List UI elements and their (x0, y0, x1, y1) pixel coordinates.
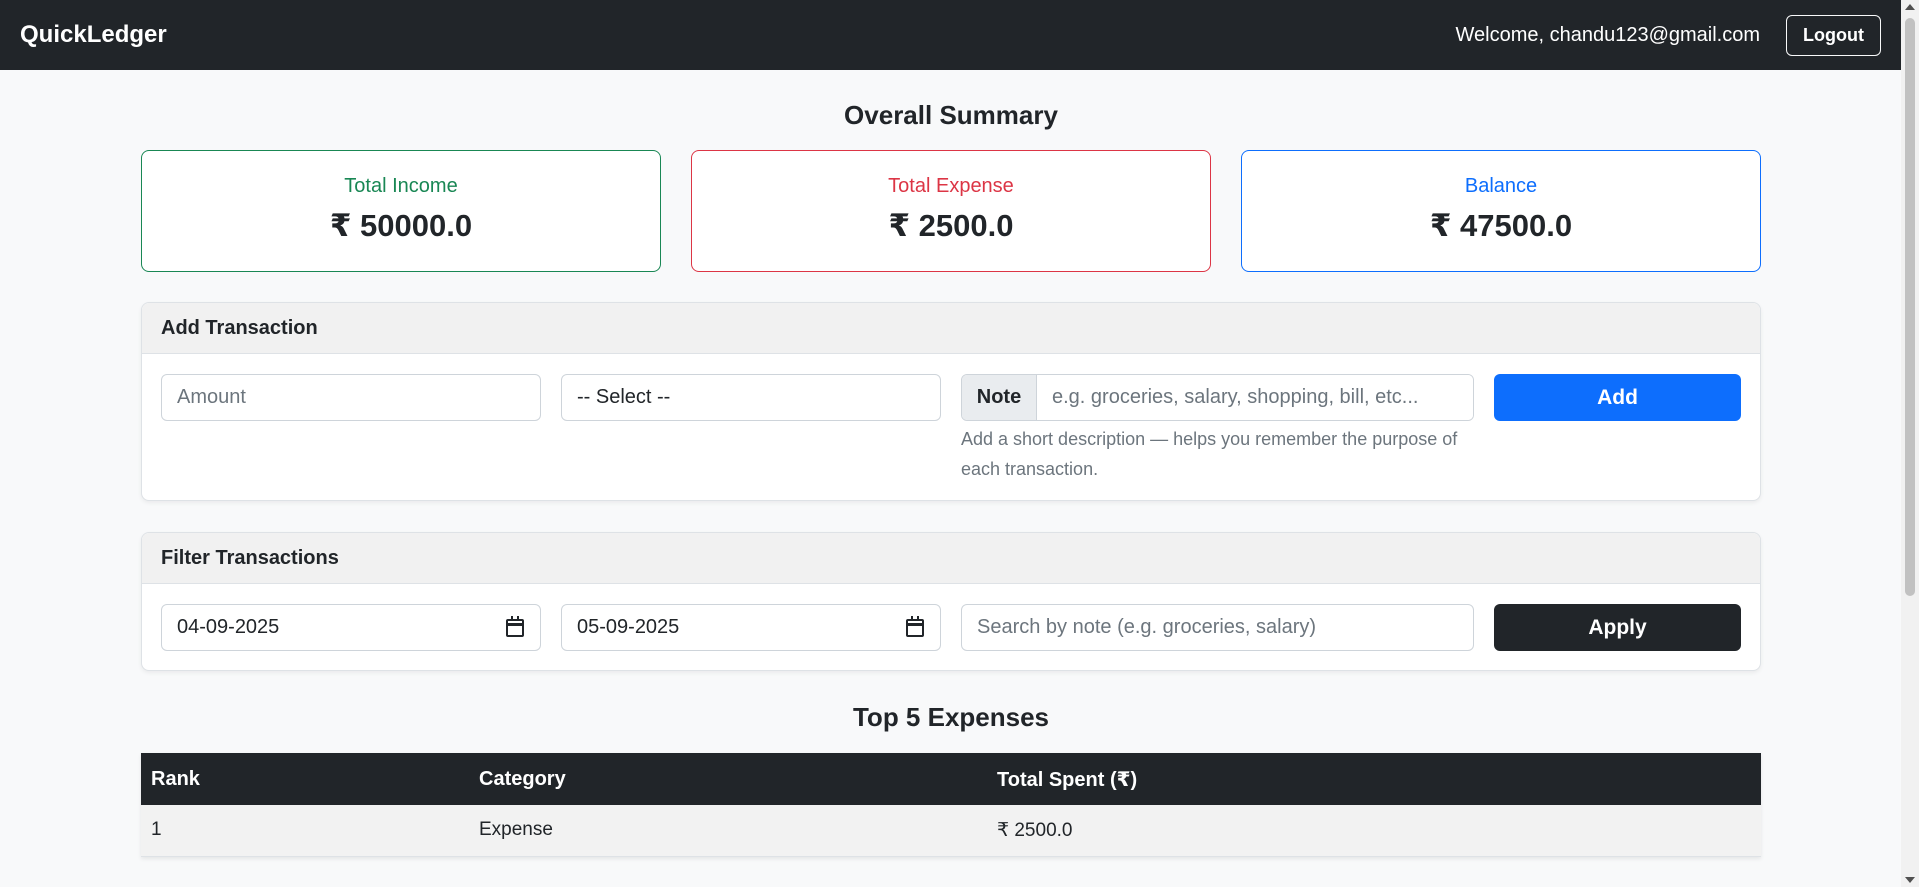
add-transaction-header: Add Transaction (142, 303, 1760, 354)
expense-label: Total Expense (888, 175, 1014, 197)
summary-cards: Total Income ₹ 50000.0 Total Expense ₹ 2… (141, 150, 1761, 272)
type-selected-value: -- Select -- (577, 386, 671, 408)
note-input[interactable]: e.g. groceries, salary, shopping, bill, … (1037, 375, 1473, 420)
amount-placeholder: Amount (177, 386, 246, 408)
to-date-input[interactable]: 05-09-2025 (561, 604, 941, 651)
transaction-type-select[interactable]: -- Select -- (561, 374, 941, 421)
income-card: Total Income ₹ 50000.0 (141, 150, 661, 272)
balance-label: Balance (1464, 175, 1538, 197)
column-header-rank: Rank (141, 753, 469, 805)
apply-button[interactable]: Apply (1494, 604, 1741, 651)
note-addon-label: Note (962, 375, 1037, 420)
navbar-right: Welcome, chandu123@gmail.com Logout (1455, 14, 1881, 56)
category-cell: Expense (469, 805, 987, 857)
top-expenses-title: Top 5 Expenses (852, 702, 1050, 732)
scroll-down-arrow-icon[interactable] (1905, 877, 1915, 883)
scroll-up-arrow-icon[interactable] (1905, 4, 1915, 10)
expense-card: Total Expense ₹ 2500.0 (691, 150, 1211, 272)
brand-logo[interactable]: QuickLedger (20, 21, 167, 49)
add-button[interactable]: Add (1494, 374, 1741, 421)
logout-button[interactable]: Logout (1786, 14, 1881, 56)
welcome-text: Welcome, chandu123@gmail.com (1455, 23, 1761, 46)
note-input-group[interactable]: Note e.g. groceries, salary, shopping, b… (961, 374, 1474, 421)
scroll-thumb[interactable] (1905, 18, 1915, 596)
vertical-scrollbar[interactable] (1901, 0, 1919, 887)
expense-value: ₹ 2500.0 (888, 208, 1014, 243)
search-placeholder: Search by note (e.g. groceries, salary) (977, 616, 1317, 638)
top-navbar: QuickLedger Welcome, chandu123@gmail.com… (0, 0, 1901, 70)
income-label: Total Income (344, 175, 458, 197)
add-transaction-panel: Add Transaction Amount -- Select -- Note… (141, 302, 1761, 501)
column-header-total-spent: Total Spent (₹) (987, 753, 1761, 805)
search-note-input[interactable]: Search by note (e.g. groceries, salary) (961, 604, 1474, 651)
from-date-input[interactable]: 04-09-2025 (161, 604, 541, 651)
calendar-icon[interactable] (906, 616, 924, 637)
main-container: Overall Summary Total Income ₹ 50000.0 T… (141, 70, 1761, 857)
filter-transactions-header: Filter Transactions (142, 533, 1760, 584)
summary-title: Overall Summary (844, 100, 1058, 130)
to-date-value: 05-09-2025 (577, 616, 680, 638)
note-help-line-1: Add a short description — helps you reme… (961, 429, 1458, 449)
top-expenses-table: Rank Category Total Spent (₹) 1 Expense … (141, 753, 1761, 857)
from-date-value: 04-09-2025 (177, 616, 280, 638)
note-help-line-2: each transaction. (961, 459, 1099, 479)
note-placeholder: e.g. groceries, salary, shopping, bill, … (1052, 386, 1419, 408)
income-value: ₹ 50000.0 (329, 208, 473, 243)
amount-input[interactable]: Amount (161, 374, 541, 421)
note-help-text: Add a short description — helps you reme… (961, 424, 1474, 484)
filter-transactions-panel: Filter Transactions 04-09-2025 05-09-202… (141, 532, 1761, 671)
table-header-row: Rank Category Total Spent (₹) (141, 753, 1761, 805)
balance-value: ₹ 47500.0 (1429, 208, 1573, 243)
balance-card: Balance ₹ 47500.0 (1241, 150, 1761, 272)
table-row: 1 Expense ₹ 2500.0 (141, 805, 1761, 857)
total-spent-cell: ₹ 2500.0 (987, 805, 1761, 857)
column-header-category: Category (469, 753, 987, 805)
calendar-icon[interactable] (506, 616, 524, 637)
rank-cell: 1 (141, 805, 469, 857)
